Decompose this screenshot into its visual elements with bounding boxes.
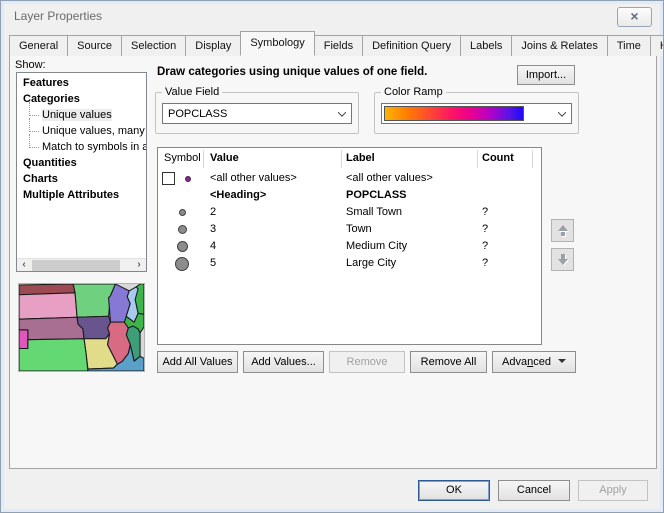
dropdown-caret-icon bbox=[558, 359, 566, 363]
graduated-circle-icon[interactable] bbox=[175, 257, 189, 271]
add-values-button[interactable]: Add Values... bbox=[243, 351, 324, 373]
move-up-button[interactable] bbox=[551, 219, 574, 242]
scroll-left-icon[interactable]: ‹ bbox=[17, 259, 31, 272]
all-other-values-checkbox[interactable] bbox=[162, 172, 175, 185]
table-row[interactable]: 4 Medium City ? bbox=[158, 238, 541, 255]
scrollbar-thumb[interactable] bbox=[32, 260, 120, 271]
value-field-group: Value Field POPCLASS bbox=[155, 86, 359, 134]
table-header-row: Symbol Value Label Count bbox=[158, 148, 541, 170]
graduated-circle-icon[interactable] bbox=[179, 209, 186, 216]
color-ramp-group: Color Ramp bbox=[374, 86, 579, 134]
color-ramp-swatch bbox=[384, 106, 524, 121]
tab-strip: General Source Selection Display Symbolo… bbox=[9, 34, 664, 56]
symbology-tab-page: Show: Features Categories Unique values … bbox=[9, 55, 657, 469]
map-preview-image bbox=[19, 284, 144, 371]
graduated-circle-icon[interactable] bbox=[178, 225, 187, 234]
tab-labels[interactable]: Labels bbox=[460, 35, 512, 56]
map-preview bbox=[18, 283, 145, 372]
tab-source[interactable]: Source bbox=[67, 35, 122, 56]
dialog-title: Layer Properties bbox=[14, 9, 102, 23]
apply-button: Apply bbox=[578, 480, 648, 501]
column-header-count[interactable]: Count bbox=[482, 152, 514, 164]
title-bar[interactable]: Layer Properties × bbox=[1, 1, 663, 31]
close-icon: × bbox=[630, 8, 638, 24]
all-other-values-symbol-icon[interactable] bbox=[185, 176, 191, 182]
tree-item-match-symbols[interactable]: Match to symbols in a bbox=[17, 139, 146, 155]
layer-properties-dialog: Layer Properties × General Source Select… bbox=[0, 0, 664, 513]
unique-values-table: Symbol Value Label Count <all other valu… bbox=[157, 147, 542, 345]
arrow-down-icon bbox=[558, 259, 568, 265]
close-button[interactable]: × bbox=[617, 7, 652, 27]
value-field-label: Value Field bbox=[162, 86, 222, 98]
show-tree: Features Categories Unique values Unique… bbox=[16, 72, 147, 272]
column-header-value[interactable]: Value bbox=[210, 152, 239, 164]
tab-general[interactable]: General bbox=[9, 35, 68, 56]
import-button[interactable]: Import... bbox=[517, 65, 575, 85]
tab-display[interactable]: Display bbox=[185, 35, 241, 56]
column-header-symbol[interactable]: Symbol bbox=[164, 152, 201, 164]
show-label: Show: bbox=[15, 59, 46, 71]
advanced-button[interactable]: Advanced bbox=[492, 351, 576, 373]
table-row[interactable]: 2 Small Town ? bbox=[158, 204, 541, 221]
tab-joins-relates[interactable]: Joins & Relates bbox=[511, 35, 607, 56]
remove-button: Remove bbox=[329, 351, 405, 373]
table-row[interactable]: <Heading> POPCLASS bbox=[158, 187, 541, 204]
color-ramp-dropdown[interactable] bbox=[381, 103, 572, 124]
tab-symbology[interactable]: Symbology bbox=[240, 31, 314, 56]
show-tree-list: Features Categories Unique values Unique… bbox=[17, 73, 146, 203]
tree-item-charts[interactable]: Charts bbox=[17, 171, 146, 187]
value-field-selected: POPCLASS bbox=[163, 108, 333, 120]
value-field-dropdown[interactable]: POPCLASS bbox=[162, 103, 352, 124]
table-row[interactable]: 3 Town ? bbox=[158, 221, 541, 238]
tab-selection[interactable]: Selection bbox=[121, 35, 186, 56]
chevron-down-icon bbox=[553, 111, 571, 117]
method-description: Draw categories using unique values of o… bbox=[157, 66, 427, 78]
chevron-down-icon bbox=[333, 111, 351, 117]
cancel-button[interactable]: Cancel bbox=[498, 480, 570, 501]
color-ramp-label: Color Ramp bbox=[381, 86, 446, 98]
tab-time[interactable]: Time bbox=[607, 35, 651, 56]
move-down-button[interactable] bbox=[551, 248, 574, 271]
tree-horizontal-scrollbar[interactable]: ‹ › bbox=[17, 258, 146, 271]
column-header-label[interactable]: Label bbox=[346, 152, 375, 164]
remove-all-button[interactable]: Remove All bbox=[410, 351, 487, 373]
tab-definition-query[interactable]: Definition Query bbox=[362, 35, 461, 56]
tree-item-quantities[interactable]: Quantities bbox=[17, 155, 146, 171]
ok-button[interactable]: OK bbox=[418, 480, 490, 501]
tree-item-multiple-attributes[interactable]: Multiple Attributes bbox=[17, 187, 146, 203]
table-row[interactable]: <all other values> <all other values> bbox=[158, 170, 541, 187]
tab-fields[interactable]: Fields bbox=[314, 35, 363, 56]
table-row[interactable]: 5 Large City ? bbox=[158, 255, 541, 272]
arrow-up-icon bbox=[558, 225, 568, 231]
add-all-values-button[interactable]: Add All Values bbox=[157, 351, 238, 373]
tree-item-features[interactable]: Features bbox=[17, 75, 146, 91]
graduated-circle-icon[interactable] bbox=[177, 241, 188, 252]
scroll-right-icon[interactable]: › bbox=[132, 259, 146, 272]
tab-html-popup[interactable]: HTML Popup bbox=[650, 35, 664, 56]
